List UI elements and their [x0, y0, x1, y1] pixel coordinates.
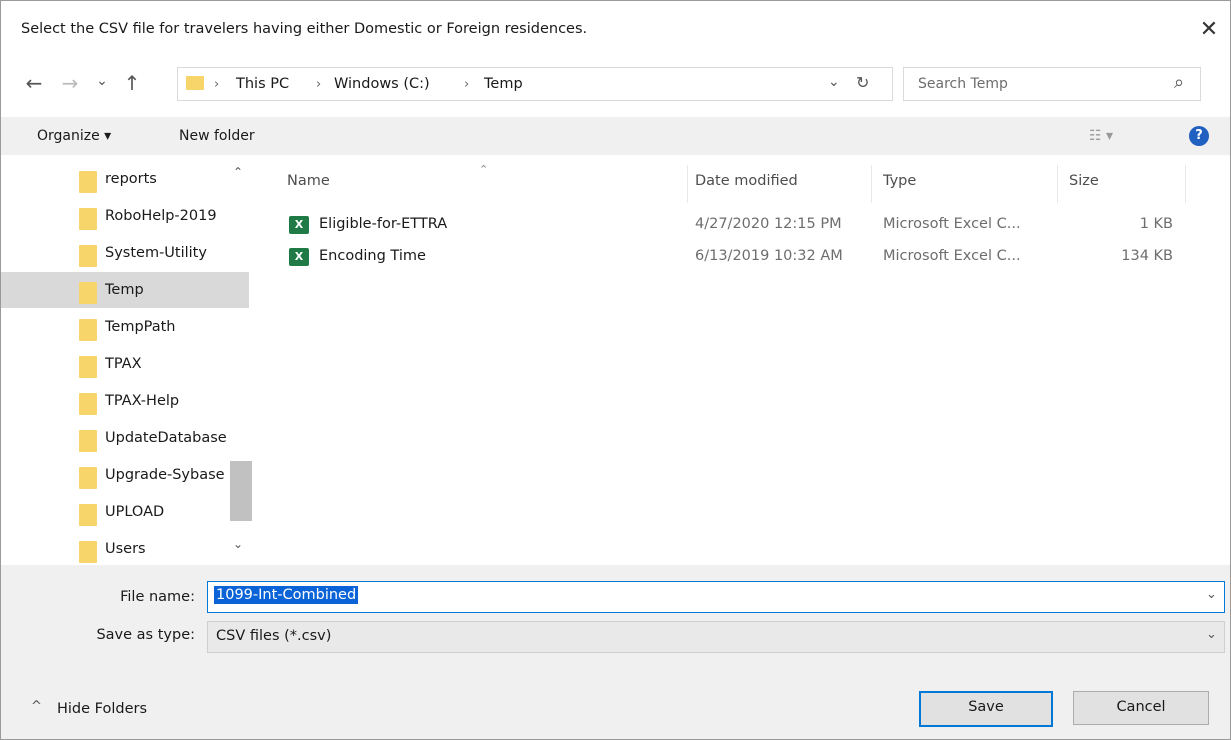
folder-icon: [79, 541, 97, 563]
address-bar[interactable]: › This PC › Windows (C:) › Temp ⌄ ↻: [177, 67, 893, 101]
file-type: Microsoft Excel C...: [883, 248, 1021, 264]
sidebar-item-reports[interactable]: reports: [71, 161, 241, 197]
column-header-date-modified[interactable]: Date modified: [695, 173, 798, 189]
address-dropdown-icon[interactable]: ⌄: [828, 74, 840, 90]
sidebar-item-label: System-Utility: [105, 245, 207, 261]
column-divider[interactable]: [1185, 165, 1186, 203]
sidebar-item-label: Temp: [105, 282, 144, 298]
sidebar-item-users[interactable]: Users: [71, 531, 241, 567]
sidebar-item-tpax[interactable]: TPAX: [71, 346, 241, 382]
breadcrumb-this-pc[interactable]: This PC: [236, 76, 289, 92]
view-options-icon[interactable]: ☷ ▾: [1089, 128, 1113, 144]
column-header-size[interactable]: Size: [1069, 173, 1099, 189]
scroll-up-icon[interactable]: ⌃: [233, 165, 243, 179]
file-size: 134 KB: [1121, 248, 1173, 264]
sidebar-item-temppath[interactable]: TempPath: [71, 309, 241, 345]
sidebar-item-label: Users: [105, 541, 146, 557]
column-divider[interactable]: [871, 165, 872, 203]
chevron-up-icon[interactable]: ^: [31, 699, 42, 714]
column-divider[interactable]: [1057, 165, 1058, 203]
dialog-title: Select the CSV file for travelers having…: [21, 21, 588, 37]
sidebar-item-label: UPLOAD: [105, 504, 165, 520]
sidebar-item-label: reports: [105, 171, 157, 187]
column-header-type[interactable]: Type: [883, 173, 916, 189]
search-input[interactable]: Search Temp: [918, 76, 1008, 92]
file-name: Eligible-for-ETTRA: [319, 216, 448, 232]
cancel-button[interactable]: Cancel: [1073, 691, 1209, 725]
save-as-type-select[interactable]: CSV files (*.csv) ⌄: [207, 621, 1225, 653]
new-folder-button[interactable]: New folder: [179, 128, 255, 144]
folder-icon: [79, 393, 97, 415]
column-header-name[interactable]: Name: [287, 173, 330, 189]
folder-icon: [79, 171, 97, 193]
file-name: Encoding Time: [319, 248, 426, 264]
folder-icon: [79, 356, 97, 378]
sidebar-item-label: Upgrade-Sybase: [105, 467, 225, 483]
scrollbar-thumb[interactable]: [230, 461, 252, 521]
folder-icon: [79, 282, 97, 304]
command-bar: Organize ▾ New folder ☷ ▾ ?: [1, 117, 1230, 155]
file-name-label: File name:: [120, 589, 195, 605]
save-as-type-label: Save as type:: [96, 627, 195, 643]
folder-icon: [79, 319, 97, 341]
breadcrumb-temp[interactable]: Temp: [484, 76, 523, 92]
excel-csv-file-icon: X: [289, 216, 309, 234]
dialog-footer: File name: 1099-Int-Combined ⌄ Save as t…: [1, 565, 1230, 739]
help-icon[interactable]: ?: [1189, 126, 1209, 146]
sidebar-item-label: TPAX-Help: [105, 393, 180, 409]
sidebar-item-label: TempPath: [105, 319, 176, 335]
sidebar-item-temp[interactable]: Temp: [1, 272, 249, 308]
file-date: 4/27/2020 12:15 PM: [695, 216, 842, 232]
folder-icon: [79, 208, 97, 230]
search-box[interactable]: Search Temp ⌕: [903, 67, 1201, 101]
file-row[interactable]: X Encoding Time 6/13/2019 10:32 AM Micro…: [279, 243, 1199, 275]
sidebar-item-updatedatabase[interactable]: UpdateDatabase: [71, 420, 241, 456]
sidebar-item-label: UpdateDatabase: [105, 430, 227, 446]
file-type: Microsoft Excel C...: [883, 216, 1021, 232]
sidebar-item-upload[interactable]: UPLOAD: [71, 494, 241, 530]
title-bar: Select the CSV file for travelers having…: [1, 1, 1230, 59]
file-size: 1 KB: [1139, 216, 1173, 232]
sidebar-item-robohelp[interactable]: RoboHelp-2019: [71, 198, 241, 234]
back-arrow-icon[interactable]: ←: [21, 65, 47, 101]
file-name-value: 1099-Int-Combined: [214, 586, 359, 604]
up-arrow-icon[interactable]: ↑: [119, 65, 145, 101]
chevron-down-icon[interactable]: ⌄: [1206, 587, 1217, 602]
organize-button[interactable]: Organize ▾: [37, 128, 111, 144]
scroll-down-icon[interactable]: ⌄: [233, 537, 243, 551]
sidebar-item-upgrade-sybase[interactable]: Upgrade-Sybase: [71, 457, 241, 493]
forward-arrow-icon[interactable]: →: [57, 65, 83, 101]
breadcrumb-separator-icon: ›: [464, 77, 470, 92]
folder-icon: [79, 245, 97, 267]
save-dialog: Select the CSV file for travelers having…: [0, 0, 1231, 740]
file-date: 6/13/2019 10:32 AM: [695, 248, 843, 264]
sidebar-item-system-utility[interactable]: System-Utility: [71, 235, 241, 271]
folder-icon: [79, 504, 97, 526]
file-list: ⌃ Name Date modified Type Size X Eligibl…: [259, 155, 1230, 565]
file-row[interactable]: X Eligible-for-ETTRA 4/27/2020 12:15 PM …: [279, 211, 1199, 243]
search-icon[interactable]: ⌕: [1174, 72, 1184, 93]
breadcrumb-separator-icon: ›: [214, 77, 220, 92]
save-as-type-value: CSV files (*.csv): [216, 628, 332, 644]
file-name-input[interactable]: 1099-Int-Combined ⌄: [207, 581, 1225, 613]
sidebar-item-label: RoboHelp-2019: [105, 208, 217, 224]
close-icon[interactable]: ✕: [1194, 15, 1224, 45]
breadcrumb-separator-icon: ›: [316, 77, 322, 92]
sort-ascending-icon: ⌃: [479, 163, 489, 176]
excel-csv-file-icon: X: [289, 248, 309, 266]
refresh-icon[interactable]: ↻: [856, 73, 869, 92]
recent-locations-chevron-icon[interactable]: ⌄: [91, 63, 113, 99]
folder-icon: [79, 467, 97, 489]
save-button[interactable]: Save: [919, 691, 1053, 727]
chevron-down-icon[interactable]: ⌄: [1206, 627, 1217, 642]
folder-icon: [79, 430, 97, 452]
column-divider[interactable]: [687, 165, 688, 203]
hide-folders-button[interactable]: Hide Folders: [57, 701, 147, 717]
sidebar-item-label: TPAX: [105, 356, 142, 372]
navigation-pane: reports RoboHelp-2019 System-Utility Tem…: [1, 155, 259, 565]
folder-icon: [186, 76, 204, 90]
sidebar-item-tpax-help[interactable]: TPAX-Help: [71, 383, 241, 419]
breadcrumb-windows-c[interactable]: Windows (C:): [334, 76, 430, 92]
